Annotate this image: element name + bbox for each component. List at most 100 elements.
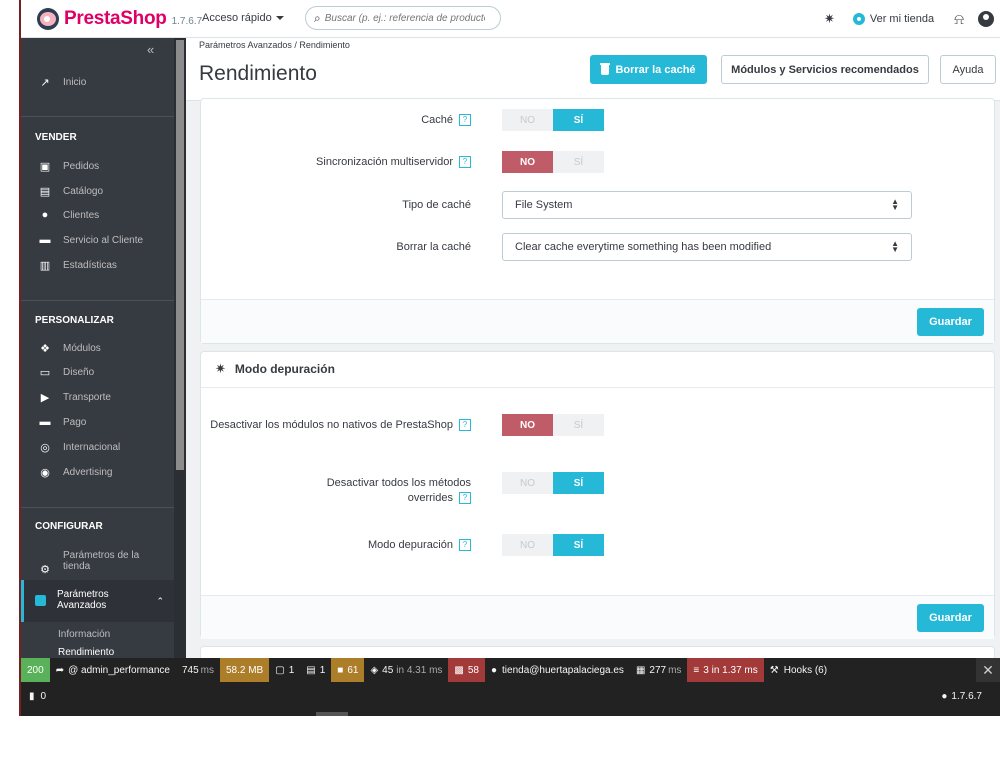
sidebar-item-international[interactable]: ◎ Internacional: [21, 441, 174, 454]
view-store-link[interactable]: Ver mi tienda: [852, 13, 934, 25]
cache-switch[interactable]: NO SÍ: [502, 109, 604, 131]
debug-mode-label: Modo depuración?: [201, 538, 471, 553]
sidebar-item-shop-parameters[interactable]: ⚙ Parámetros de la tienda: [21, 550, 174, 576]
page-title: Rendimiento: [199, 62, 317, 85]
logs-item[interactable]: ▤ 1: [300, 658, 331, 682]
cache-type-value: File System: [515, 199, 573, 211]
clear-cache-select[interactable]: Clear cache everytime something has been…: [502, 233, 912, 261]
disable-non-native-label: Desactivar los módulos no nativos de Pre…: [201, 418, 471, 433]
switch-yes[interactable]: SÍ: [553, 414, 604, 436]
quick-access-dropdown[interactable]: Acceso rápido: [202, 12, 284, 24]
memory-item[interactable]: 58.2 MB: [219, 658, 270, 682]
brand-logo[interactable]: PrestaShop 1.7.6.7: [37, 8, 202, 30]
sidebar-item-catalog[interactable]: ▤ Catálogo: [21, 185, 174, 198]
sidebar-item-orders[interactable]: ▣ Pedidos: [21, 160, 174, 173]
select-arrows-icon: ▲ ▼: [891, 239, 899, 254]
switch-yes[interactable]: SÍ: [553, 472, 604, 494]
debug-mode-switch[interactable]: NO SÍ: [502, 534, 604, 556]
caret-down-icon: [275, 16, 284, 21]
disable-overrides-switch[interactable]: NO SÍ: [502, 472, 604, 494]
status-code-badge[interactable]: 200: [21, 658, 50, 682]
quick-access-label: Acceso rápido: [202, 12, 272, 24]
debug-panel-title: ✷ Modo depuración: [215, 361, 335, 376]
search-box[interactable]: ⌕: [305, 6, 501, 30]
cache-type-select[interactable]: File System ▲ ▼: [502, 191, 912, 219]
switch-yes[interactable]: SÍ: [553, 151, 604, 173]
switch-no[interactable]: NO: [502, 151, 553, 173]
cache-type-label: Tipo de caché: [402, 199, 471, 211]
sidebar-item-label: Pago: [63, 416, 87, 428]
sidebar-item-label: Pedidos: [63, 161, 100, 172]
hooks-item[interactable]: ⚒ Hooks (6): [764, 658, 833, 682]
sidebar-item-design[interactable]: ▭ Diseño: [21, 366, 174, 379]
sidebar-section-configure: CONFIGURAR: [35, 521, 103, 532]
time-item[interactable]: 745 ms: [176, 658, 220, 682]
top-right-tools: ✷ Ver mi tienda ⍾: [824, 0, 1000, 38]
user-account-icon[interactable]: [978, 11, 994, 27]
search-icon: ⌕: [314, 10, 321, 25]
save-cache-button[interactable]: Guardar: [917, 308, 984, 336]
sidebar-item-advertising[interactable]: ◉ Advertising: [21, 466, 174, 479]
translations-item[interactable]: ▩ 58: [448, 658, 485, 682]
doctrine-item[interactable]: ◈ 45 in 4.31 ms: [364, 658, 448, 682]
sidebar-scrollbar[interactable]: [174, 38, 186, 658]
route-item[interactable]: ➦ @ admin_performance: [50, 658, 176, 682]
recommended-modules-button[interactable]: Módulos y Servicios recomendados: [721, 55, 929, 84]
switch-no[interactable]: NO: [502, 472, 553, 494]
collapse-sidebar-icon[interactable]: «: [147, 42, 154, 57]
switch-yes[interactable]: SÍ: [553, 534, 604, 556]
help-icon[interactable]: ?: [459, 419, 471, 432]
sidebar-item-customers[interactable]: ● Clientes: [21, 209, 174, 221]
sidebar: « ↗ Inicio VENDER ▣ Pedidos ▤ Catálogo ● Cl…: [21, 38, 186, 658]
close-icon[interactable]: ✕: [976, 658, 1000, 682]
form-icon: ▢: [275, 664, 285, 676]
switch-no[interactable]: NO: [502, 109, 553, 131]
switch-no[interactable]: NO: [502, 414, 553, 436]
help-icon[interactable]: ?: [459, 156, 471, 169]
search-input[interactable]: [324, 12, 485, 24]
ajax-item[interactable]: ▮ 0: [29, 691, 46, 702]
symfony-version[interactable]: ● 1.7.6.7: [941, 691, 982, 702]
notifications-bell-icon[interactable]: ⍾: [954, 11, 964, 28]
forms-item[interactable]: ▢ 1: [269, 658, 300, 682]
save-debug-button[interactable]: Guardar: [917, 604, 984, 632]
sidebar-item-payment[interactable]: ▬ Pago: [21, 416, 174, 428]
multiserver-switch[interactable]: NO SÍ: [502, 151, 604, 173]
help-icon[interactable]: ?: [459, 492, 471, 505]
help-icon[interactable]: ?: [459, 114, 471, 127]
admin-app: PrestaShop 1.7.6.7 Acceso rápido ⌕ ✷ Ver…: [0, 0, 1000, 716]
debug-mode-icon[interactable]: ✷: [824, 11, 835, 27]
sidebar-item-customer-service[interactable]: ▬ Servicio al Cliente: [21, 234, 174, 246]
sidebar-item-advanced-parameters[interactable]: Parámetros Avanzados ⌃: [21, 580, 174, 622]
sidebar-subitem-performance[interactable]: Rendimiento: [58, 647, 114, 658]
breadcrumb[interactable]: Parámetros Avanzados / Rendimiento: [199, 40, 350, 50]
render-time-item[interactable]: ▦ 277 ms: [630, 658, 687, 682]
eye-icon: [852, 13, 865, 25]
sidebar-item-modules[interactable]: ❖ Módulos: [21, 342, 174, 355]
bug-icon: ✷: [215, 361, 226, 376]
sidebar-section-sell: VENDER: [35, 132, 77, 143]
sidebar-subitem-information[interactable]: Información: [58, 629, 110, 640]
sidebar-item-shipping[interactable]: ▶ Transporte: [21, 391, 174, 404]
top-bar: PrestaShop 1.7.6.7 Acceso rápido ⌕ ✷ Ver…: [21, 0, 1000, 38]
help-button[interactable]: Ayuda: [940, 55, 996, 84]
switch-yes[interactable]: SÍ: [553, 109, 604, 131]
user-item[interactable]: ● tienda@huertapalaciega.es: [485, 658, 630, 682]
warnings-item[interactable]: ■ 61: [331, 658, 365, 682]
switch-no[interactable]: NO: [502, 534, 553, 556]
clear-cache-button[interactable]: Borrar la caché: [590, 55, 707, 84]
sidebar-item-label: Estadísticas: [63, 260, 117, 271]
sidebar-item-home[interactable]: ↗ Inicio: [21, 76, 174, 89]
layers-icon: ◈: [370, 664, 379, 676]
help-icon[interactable]: ?: [459, 539, 471, 552]
debug-toolbar-row: 200 ➦ @ admin_performance 745 ms 58.2 MB ▢…: [21, 658, 1000, 682]
cache-item[interactable]: ≡ 3 in 1.37 ms: [687, 658, 764, 682]
debug-panel: ✷ Modo depuración Desactivar los módulos…: [200, 351, 995, 639]
sidebar-item-stats[interactable]: ▥ Estadísticas: [21, 259, 174, 272]
share-arrow-icon: ➦: [55, 664, 65, 676]
brand-version: 1.7.6.7: [171, 16, 203, 27]
sidebar-item-label: Módulos: [63, 343, 101, 354]
clipboard-icon: ▤: [306, 664, 316, 676]
disable-non-native-switch[interactable]: NO SÍ: [502, 414, 604, 436]
clear-cache-label: Borrar la caché: [615, 63, 696, 76]
